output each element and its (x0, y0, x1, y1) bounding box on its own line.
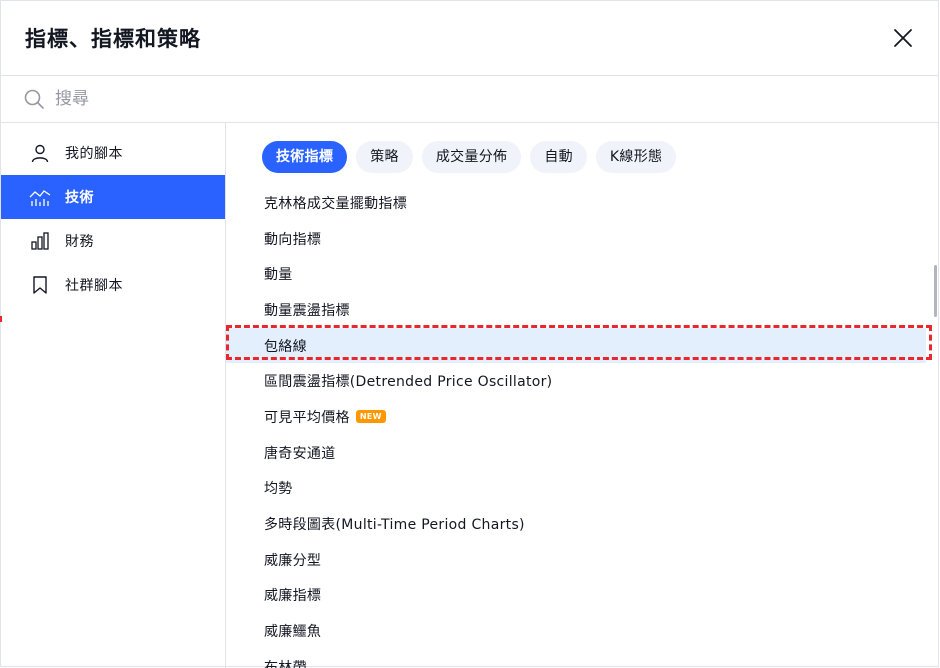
list-item-label: 威廉鱷魚 (264, 624, 322, 641)
sidebar-item-financials[interactable]: 財務 (1, 219, 225, 263)
sidebar-item-label: 社群腳本 (65, 278, 123, 294)
chart-line-icon (29, 186, 51, 208)
list-item-envelope[interactable]: 包絡線 (226, 327, 926, 364)
list-scrollbar[interactable] (934, 265, 937, 317)
list-item-label: 唐奇安通道 (264, 445, 336, 462)
bar-chart-icon (29, 230, 51, 252)
indicators-dialog: 指標、指標和策略 我的腳本 技術 財務 (0, 0, 940, 668)
list-item-label: 威廉分型 (264, 552, 322, 569)
tab-volume-profile[interactable]: 成交量分佈 (421, 141, 522, 173)
sidebar-item-technicals[interactable]: 技術 (1, 175, 225, 219)
list-item[interactable]: 威廉鱷魚 (226, 613, 926, 649)
dialog-title: 指標、指標和策略 (25, 27, 201, 51)
list-item[interactable]: 區間震盪指標(Detrended Price Oscillator) (226, 363, 926, 399)
search-input[interactable] (55, 85, 655, 113)
edge-mark (0, 316, 2, 322)
sidebar-item-label: 財務 (65, 234, 94, 250)
sidebar-item-label: 技術 (65, 190, 94, 206)
sidebar-item-my-scripts[interactable]: 我的腳本 (1, 131, 225, 175)
sidebar: 我的腳本 技術 財務 社群腳本 (1, 123, 226, 668)
search-bar (1, 76, 938, 123)
indicator-list: 克林格成交量擺動指標 動向指標 動量 動量震盪指標 包絡線 區間震盪指標(Det… (226, 185, 926, 668)
list-item[interactable]: 多時段圖表(Multi-Time Period Charts) (226, 506, 926, 542)
user-icon (29, 142, 51, 164)
sidebar-item-label: 我的腳本 (65, 146, 123, 162)
list-item-label: 包絡線 (264, 338, 307, 355)
list-item-label: 區間震盪指標(Detrended Price Oscillator) (264, 374, 553, 391)
list-item-label: 動量 (264, 267, 293, 284)
list-item[interactable]: 唐奇安通道 (226, 435, 926, 471)
bookmark-icon (29, 274, 51, 296)
tab-strategies[interactable]: 策略 (356, 141, 413, 173)
new-badge: NEW (355, 410, 386, 424)
list-item[interactable]: 動向指標 (226, 221, 926, 257)
list-item[interactable]: 布林帶 (226, 649, 926, 668)
list-item[interactable]: 威廉分型 (226, 542, 926, 578)
tab-candlestick-patterns[interactable]: K線形態 (595, 141, 677, 173)
list-item-label: 多時段圖表(Multi-Time Period Charts) (264, 517, 525, 534)
list-item[interactable]: 可見平均價格 NEW (226, 399, 926, 435)
sidebar-item-community-scripts[interactable]: 社群腳本 (1, 263, 225, 307)
list-item-label: 威廉指標 (264, 588, 322, 605)
list-item-label: 克林格成交量擺動指標 (264, 195, 407, 212)
list-item[interactable]: 動量 (226, 256, 926, 292)
list-item-label: 可見平均價格 (264, 409, 350, 426)
list-item[interactable]: 克林格成交量擺動指標 (226, 185, 926, 221)
main-panel: 技術指標 策略 成交量分佈 自動 K線形態 克林格成交量擺動指標 動向指標 動量… (226, 123, 940, 668)
category-tabs: 技術指標 策略 成交量分佈 自動 K線形態 (262, 141, 677, 173)
list-item[interactable]: 動量震盪指標 (226, 292, 926, 328)
close-icon[interactable] (892, 27, 914, 49)
list-item-label: 動向指標 (264, 231, 322, 248)
list-item-label: 動量震盪指標 (264, 302, 350, 319)
search-icon (24, 89, 44, 109)
list-item-label: 均勢 (264, 481, 293, 498)
list-item[interactable]: 威廉指標 (226, 578, 926, 614)
list-item[interactable]: 均勢 (226, 471, 926, 507)
tab-technical-indicators[interactable]: 技術指標 (262, 141, 348, 173)
dialog-header: 指標、指標和策略 (1, 1, 938, 76)
tab-auto[interactable]: 自動 (530, 141, 587, 173)
list-item-label: 布林帶 (264, 659, 307, 668)
